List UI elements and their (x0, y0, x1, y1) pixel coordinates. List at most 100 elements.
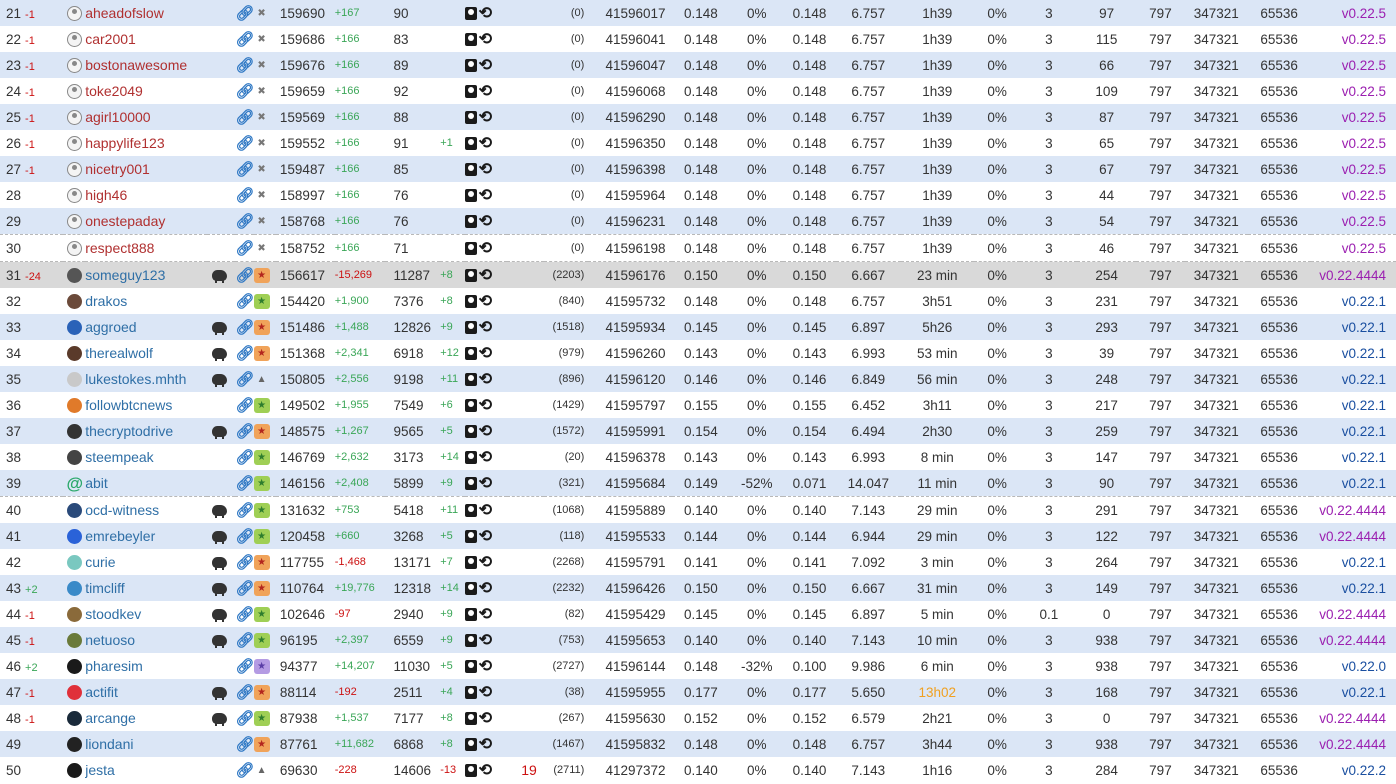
default-avatar-icon[interactable] (66, 109, 82, 125)
history-icon[interactable]: ⟲ (479, 83, 492, 100)
history-icon[interactable]: ⟲ (479, 423, 492, 440)
profile-card-icon[interactable] (464, 450, 477, 464)
profile-card-icon[interactable] (464, 32, 477, 46)
actions-cell[interactable]: ⟲ (464, 182, 508, 208)
avatar-cell[interactable] (62, 366, 86, 392)
link-cell[interactable]: 🔗︎ (235, 679, 254, 705)
link-cell[interactable]: 🔗︎ (235, 418, 254, 444)
witness-name-link[interactable]: timcliff (85, 580, 124, 596)
witness-name-link[interactable]: happylife123 (85, 135, 164, 151)
link-cell[interactable]: 🔗︎ (235, 234, 254, 262)
avatar-cell[interactable] (62, 0, 86, 26)
link-icon[interactable]: 🔗︎ (235, 160, 253, 178)
actions-cell[interactable]: ⟲ (464, 757, 508, 783)
link-cell[interactable]: 🔗︎ (235, 705, 253, 731)
witness-name-link[interactable]: netuoso (85, 632, 135, 648)
link-icon[interactable]: 🔗︎ (235, 134, 253, 152)
link-cell[interactable]: 🔗︎ (235, 288, 253, 314)
actions-cell[interactable]: ⟲ (464, 26, 508, 52)
profile-card-icon[interactable] (464, 398, 477, 412)
link-cell[interactable]: 🔗︎ (235, 757, 253, 783)
link-cell[interactable]: 🔗︎ (235, 523, 254, 549)
history-icon[interactable]: ⟲ (479, 606, 492, 623)
witness-name-link[interactable]: lukestokes.mhth (85, 371, 186, 387)
profile-card-icon[interactable] (464, 711, 477, 725)
actions-cell[interactable]: ⟲ (464, 314, 508, 340)
actions-cell[interactable]: ⟲ (464, 234, 508, 262)
profile-card-icon[interactable] (464, 241, 477, 255)
bottle-avatar-icon[interactable] (66, 319, 82, 335)
name-cell[interactable]: aggroed (85, 314, 207, 340)
avatar-cell[interactable] (62, 731, 86, 757)
history-icon[interactable]: ⟲ (479, 475, 492, 492)
actions-cell[interactable]: ⟲ (464, 549, 508, 575)
name-cell[interactable]: toke2049 (85, 78, 207, 104)
name-cell[interactable]: actifit (85, 679, 207, 705)
history-icon[interactable]: ⟲ (479, 267, 492, 284)
avatar-cell[interactable] (62, 418, 86, 444)
profile-card-icon[interactable] (464, 136, 477, 150)
default-avatar-icon[interactable] (66, 83, 82, 99)
history-icon[interactable]: ⟲ (479, 397, 492, 414)
name-cell[interactable]: therealwolf (85, 340, 207, 366)
person-avatar-icon[interactable] (66, 580, 82, 596)
witness-name-link[interactable]: pharesim (85, 658, 143, 674)
profile-card-icon[interactable] (464, 659, 477, 673)
witness-name-link[interactable]: aheadofslow (85, 5, 164, 21)
avatar-cell[interactable] (62, 575, 86, 601)
actions-cell[interactable]: ⟲ (464, 208, 508, 235)
curie-avatar-icon[interactable] (66, 554, 82, 570)
actions-cell[interactable]: ⟲ (464, 523, 508, 549)
link-icon[interactable]: 🔗︎ (235, 370, 253, 388)
avatar-cell[interactable] (62, 679, 86, 705)
history-icon[interactable]: ⟲ (479, 187, 492, 204)
history-icon[interactable]: ⟲ (479, 213, 492, 230)
avatar-cell[interactable] (63, 26, 85, 52)
witness-name-link[interactable]: steempeak (85, 449, 153, 465)
default-avatar-icon[interactable] (66, 135, 82, 151)
name-cell[interactable]: respect888 (85, 234, 207, 262)
name-cell[interactable]: abit (85, 470, 207, 497)
actions-cell[interactable]: ⟲ (464, 627, 508, 653)
witness-name-link[interactable]: curie (85, 554, 115, 570)
witness-name-link[interactable]: liondani (85, 736, 133, 752)
name-cell[interactable]: someguy123 (85, 261, 207, 288)
profile-card-icon[interactable] (464, 529, 477, 543)
actifit-logo-icon[interactable] (66, 684, 82, 700)
name-cell[interactable]: stoodkev (85, 601, 207, 627)
link-icon[interactable]: 🔗︎ (235, 657, 253, 675)
link-icon[interactable]: 🔗︎ (235, 735, 253, 753)
name-cell[interactable]: aheadofslow (85, 0, 207, 26)
history-icon[interactable]: ⟲ (479, 240, 492, 257)
name-cell[interactable]: thecryptodrive (85, 418, 207, 444)
default-avatar-icon[interactable] (66, 187, 82, 203)
link-icon[interactable]: 🔗︎ (235, 761, 253, 779)
name-cell[interactable]: onestepaday (85, 208, 207, 235)
witness-name-link[interactable]: emrebeyler (85, 528, 155, 544)
link-icon[interactable]: 🔗︎ (235, 344, 253, 362)
history-icon[interactable]: ⟲ (479, 135, 492, 152)
witness-name-link[interactable]: thecryptodrive (85, 423, 173, 439)
profile-card-icon[interactable] (464, 555, 477, 569)
avatar-cell[interactable] (63, 288, 85, 314)
avatar-cell[interactable] (62, 234, 86, 262)
person-avatar-icon[interactable] (66, 632, 82, 648)
link-cell[interactable]: 🔗︎ (235, 392, 253, 418)
actions-cell[interactable]: ⟲ (464, 601, 508, 627)
witness-name-link[interactable]: therealwolf (85, 345, 153, 361)
profile-card-icon[interactable] (464, 346, 477, 360)
profile-card-icon[interactable] (464, 6, 477, 20)
actions-cell[interactable]: ⟲ (464, 52, 508, 78)
default-avatar-icon[interactable] (66, 57, 82, 73)
avatar-cell[interactable] (63, 601, 85, 627)
history-icon[interactable]: ⟲ (479, 710, 492, 727)
link-icon[interactable]: 🔗︎ (235, 579, 253, 597)
default-avatar-icon[interactable] (66, 240, 82, 256)
link-cell[interactable]: 🔗︎ (235, 653, 253, 679)
profile-card-icon[interactable] (464, 58, 477, 72)
history-icon[interactable]: ⟲ (479, 5, 492, 22)
name-cell[interactable]: nicetry001 (85, 156, 207, 182)
name-cell[interactable]: agirl10000 (85, 104, 207, 130)
avatar-cell[interactable] (62, 314, 86, 340)
name-cell[interactable]: high46 (85, 182, 207, 208)
